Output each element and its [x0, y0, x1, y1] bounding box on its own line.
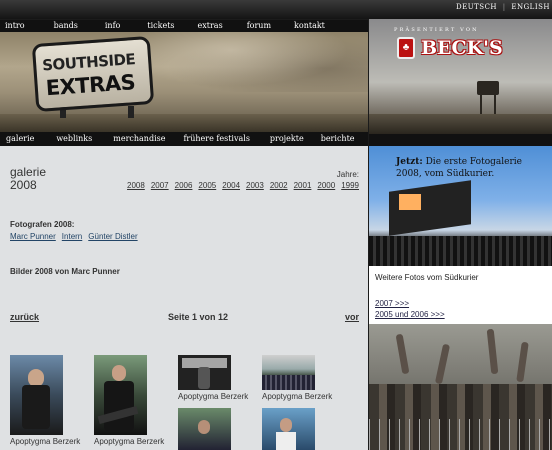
- right-sidebar: PRÄSENTIERT VON ♣ BECK'S Jetzt: Die erst…: [369, 19, 552, 450]
- thumbnail-caption: Apoptygma Berzerk: [94, 437, 165, 446]
- page-title: galerie 2008: [10, 166, 70, 192]
- header-banner: SOUTHSIDE EXTRAS: [0, 32, 368, 132]
- year-link[interactable]: 2002: [270, 181, 288, 190]
- gallery-thumbnail[interactable]: [10, 355, 63, 435]
- sponsor-name: BECK'S: [421, 37, 503, 59]
- water-tower: [477, 81, 499, 95]
- more-photos-text: Weitere Fotos vom Südkurier: [375, 273, 479, 282]
- nav-intro[interactable]: intro: [5, 20, 25, 32]
- tower-leg: [494, 94, 496, 116]
- subnav-galerie[interactable]: galerie: [6, 132, 34, 146]
- suedkurier-promo-banner[interactable]: Jetzt: Die erste Fotogalerie 2008, vom S…: [369, 146, 552, 266]
- promo-bold-text: Jetzt:: [396, 157, 423, 167]
- lang-separator: |: [502, 3, 506, 11]
- subnav-merchandise[interactable]: merchandise: [113, 132, 165, 146]
- year-link[interactable]: 2000: [317, 181, 335, 190]
- subnav-projekte[interactable]: projekte: [270, 132, 304, 146]
- year-link[interactable]: 2006: [175, 181, 193, 190]
- years-label: Jahre:: [336, 170, 359, 179]
- lang-deutsch-link[interactable]: DEUTSCH: [456, 3, 497, 11]
- sky-clouds: [140, 32, 368, 92]
- tower-leg: [480, 94, 482, 116]
- year-link[interactable]: 2003: [246, 181, 264, 190]
- gallery-thumbnail[interactable]: [94, 355, 147, 435]
- lang-english-link[interactable]: ENGLISH: [511, 3, 550, 11]
- becks-logo: ♣ BECK'S: [397, 36, 503, 60]
- photographer-link-intern[interactable]: Intern: [62, 232, 82, 241]
- photographer-links: Marc Punner Intern Günter Distler: [10, 232, 138, 241]
- top-bar: DEUTSCH | ENGLISH: [0, 0, 552, 19]
- crowd-photo: [369, 324, 552, 450]
- ground: [0, 114, 368, 132]
- thumbnail-caption: Apoptygma Berzerk: [262, 392, 333, 401]
- concert-crowd: [369, 236, 552, 266]
- sign-post-right: [128, 106, 134, 118]
- year-link[interactable]: 2004: [222, 181, 240, 190]
- nav-kontakt[interactable]: kontakt: [294, 20, 325, 32]
- gallery-thumbnail[interactable]: [262, 355, 315, 390]
- gallery-thumbnail[interactable]: [178, 408, 231, 450]
- thumbnail-caption: Apoptygma Berzerk: [178, 392, 249, 401]
- subnav-fruehere-festivals[interactable]: frühere festivals: [183, 132, 249, 146]
- year-link[interactable]: 2008: [127, 181, 145, 190]
- photographer-link-guenter-distler[interactable]: Günter Distler: [88, 232, 137, 241]
- nav-info[interactable]: info: [105, 20, 121, 32]
- main-nav: intro bands info tickets extras forum ko…: [0, 20, 368, 32]
- nav-bands[interactable]: bands: [54, 20, 78, 32]
- nav-tickets[interactable]: tickets: [147, 20, 174, 32]
- stage-screen: [399, 194, 421, 210]
- gallery-thumbnail[interactable]: [178, 355, 231, 390]
- pagination-back-link[interactable]: zurück: [10, 312, 39, 322]
- promo-text: Jetzt: Die erste Fotogalerie 2008, vom S…: [396, 156, 546, 180]
- photographers-label: Fotografen 2008:: [10, 220, 75, 229]
- gallery-content: galerie 2008 Jahre: 2008 2007 2006 2005 …: [0, 146, 368, 450]
- pictures-heading: Bilder 2008 von Marc Punner: [10, 267, 120, 276]
- becks-sponsor-banner[interactable]: PRÄSENTIERT VON ♣ BECK'S: [369, 19, 552, 134]
- year-link[interactable]: 2007: [151, 181, 169, 190]
- year-link[interactable]: 1999: [341, 181, 359, 190]
- year-link[interactable]: 2005: [198, 181, 216, 190]
- landscape-hills: [369, 114, 552, 134]
- gallery-thumbnail[interactable]: [262, 408, 315, 450]
- becks-key-icon: ♣: [397, 37, 415, 59]
- link-2007[interactable]: 2007 >>>: [375, 299, 409, 308]
- page-indicator: Seite 1 von 12: [168, 312, 229, 322]
- language-switch: DEUTSCH | ENGLISH: [453, 3, 550, 11]
- thumbnail-caption: Apoptygma Berzerk: [10, 437, 81, 446]
- pagination-next-link[interactable]: vor: [345, 312, 359, 322]
- sub-nav: galerie weblinks merchandise frühere fes…: [0, 132, 368, 146]
- southside-extras-sign: SOUTHSIDE EXTRAS: [31, 35, 155, 113]
- year-link[interactable]: 2001: [294, 181, 312, 190]
- nav-extras[interactable]: extras: [198, 20, 223, 32]
- subnav-berichte[interactable]: berichte: [321, 132, 355, 146]
- nav-forum[interactable]: forum: [247, 20, 271, 32]
- sidebar-divider: [369, 134, 552, 146]
- subnav-weblinks[interactable]: weblinks: [56, 132, 92, 146]
- page-title-line2: 2008: [10, 178, 37, 192]
- photographer-link-marc-punner[interactable]: Marc Punner: [10, 232, 56, 241]
- sign-text-line2: EXTRAS: [45, 70, 136, 101]
- year-links: 2008 2007 2006 2005 2004 2003 2002 2001 …: [127, 181, 359, 190]
- link-2005-2006[interactable]: 2005 und 2006 >>>: [375, 310, 445, 319]
- presented-by-text: PRÄSENTIERT VON: [394, 27, 479, 33]
